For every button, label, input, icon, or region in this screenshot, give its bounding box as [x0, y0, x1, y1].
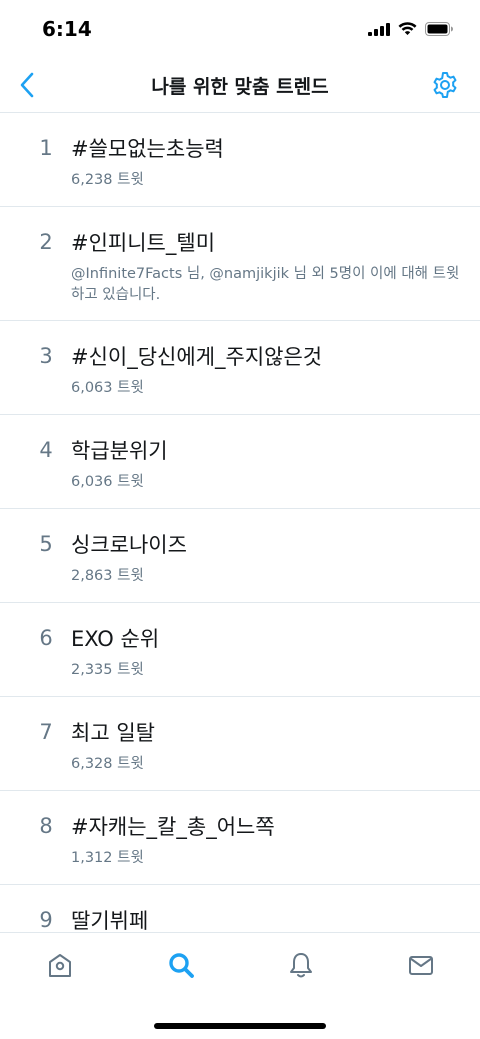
- tab-home[interactable]: [40, 947, 80, 983]
- trend-name: 학급분위기: [71, 439, 168, 463]
- trend-item-8[interactable]: 8 #자캐는_칼_총_어느쪽 1,312 트윗: [0, 791, 480, 885]
- trend-item-7[interactable]: 7 최고 일탈 6,328 트윗: [0, 697, 480, 791]
- navigation-bar: 나를 위한 맞춤 트렌드: [0, 60, 480, 113]
- trend-item-9[interactable]: 9 딸기뷔페: [0, 885, 480, 933]
- trend-item-1[interactable]: 1 #쓸모없는초능력 6,238 트윗: [0, 113, 480, 207]
- trend-item-3[interactable]: 3 #신이_당신에게_주지않은것 6,063 트윗: [0, 321, 480, 415]
- signal-icon: [368, 22, 390, 36]
- trend-tweet-count: 6,036 트윗: [71, 474, 144, 490]
- trend-tweet-count: 6,328 트윗: [71, 756, 144, 772]
- trend-item-4[interactable]: 4 학급분위기 6,036 트윗: [0, 415, 480, 509]
- status-time: 6:14: [42, 17, 92, 41]
- tab-messages[interactable]: [401, 947, 441, 983]
- trend-name: 최고 일탈: [71, 721, 155, 745]
- trend-item-6[interactable]: 6 EXO 순위 2,335 트윗: [0, 603, 480, 697]
- trend-rank: 2: [39, 230, 53, 254]
- trend-name: #신이_당신에게_주지않은것: [71, 345, 323, 369]
- tab-bar: [0, 932, 480, 1039]
- trend-name: 싱크로나이즈: [71, 533, 187, 557]
- trend-name: 딸기뷔페: [71, 909, 149, 933]
- trend-tweet-count: 1,312 트윗: [71, 850, 144, 866]
- trend-rank: 4: [39, 438, 53, 462]
- page-title: 나를 위한 맞춤 트렌드: [151, 76, 329, 98]
- trend-tweet-count: 6,063 트윗: [71, 380, 144, 396]
- trend-item-2[interactable]: 2 #인피니트_텔미 @Infinite7Facts 님, @namjikjik…: [0, 207, 480, 321]
- trend-rank: 6: [39, 626, 53, 650]
- trend-tweet-count: 2,863 트윗: [71, 568, 144, 584]
- trend-rank: 8: [39, 814, 53, 838]
- trend-name: #자캐는_칼_총_어느쪽: [71, 815, 275, 839]
- trend-rank: 5: [39, 532, 53, 556]
- gear-icon: [433, 72, 457, 98]
- trend-rank: 1: [39, 136, 53, 160]
- trend-rank: 7: [39, 720, 53, 744]
- settings-button[interactable]: [430, 70, 460, 100]
- trend-name: #인피니트_텔미: [71, 231, 216, 255]
- trend-tweet-count: 2,335 트윗: [71, 662, 144, 678]
- battery-icon: [425, 22, 453, 36]
- home-icon: [49, 954, 71, 977]
- home-indicator: [154, 1023, 326, 1029]
- trend-name: EXO 순위: [71, 627, 160, 651]
- bell-icon: [290, 953, 312, 978]
- trend-context: @Infinite7Facts 님, @namjikjik 님 외 5명이 이에…: [71, 266, 460, 303]
- mail-icon: [409, 956, 433, 975]
- trend-list: 1 #쓸모없는초능력 6,238 트윗 2 #인피니트_텔미 @Infinite…: [0, 113, 480, 933]
- trend-item-5[interactable]: 5 싱크로나이즈 2,863 트윗: [0, 509, 480, 603]
- trend-name: #쓸모없는초능력: [71, 137, 224, 161]
- trend-rank: 9: [39, 908, 53, 932]
- tab-notifications[interactable]: [281, 947, 321, 983]
- trend-rank: 3: [39, 344, 53, 368]
- trend-tweet-count: 6,238 트윗: [71, 172, 144, 188]
- status-bar: 6:14: [0, 0, 480, 60]
- tab-search[interactable]: [161, 947, 201, 983]
- search-icon: [169, 953, 194, 978]
- status-icons: [368, 22, 454, 36]
- wifi-icon: [398, 22, 417, 35]
